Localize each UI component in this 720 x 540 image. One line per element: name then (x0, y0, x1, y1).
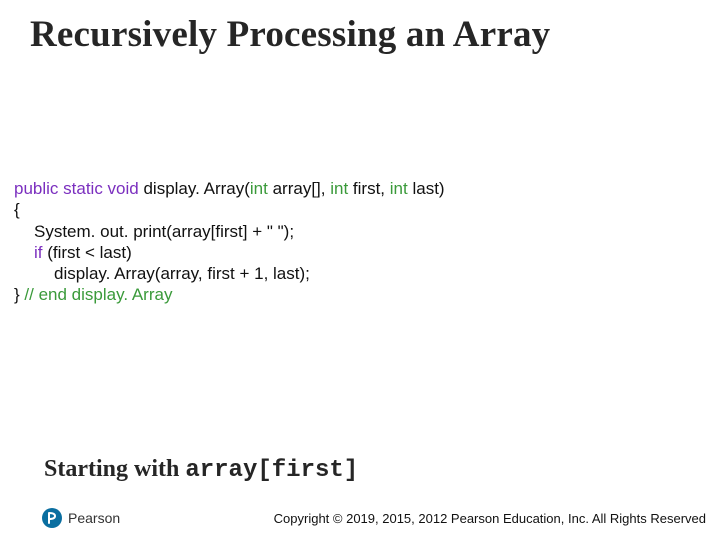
slide: Recursively Processing an Array public s… (0, 0, 720, 540)
code-text: display. Array( (139, 179, 250, 198)
code-line: System. out. print(array[first] + " "); (34, 222, 294, 241)
code-type: int (250, 179, 268, 198)
code-line: display. Array(array, first + 1, last); (54, 264, 310, 283)
code-keyword: public static void (14, 179, 139, 198)
code-keyword: if (34, 243, 43, 262)
code-listing: public static void display. Array(int ar… (14, 178, 700, 306)
code-brace: } (14, 285, 24, 304)
subtitle-prefix: Starting with (44, 456, 185, 482)
code-text: last) (408, 179, 445, 198)
code-text: array[], (268, 179, 330, 198)
code-text: (first < last) (43, 243, 132, 262)
code-text: first, (348, 179, 390, 198)
code-type: int (330, 179, 348, 198)
code-comment: // end display. Array (24, 285, 172, 304)
copyright-text: Copyright © 2019, 2015, 2012 Pearson Edu… (14, 511, 706, 526)
slide-title: Recursively Processing an Array (30, 14, 700, 57)
code-type: int (390, 179, 408, 198)
slide-subtitle: Starting with array[first] (44, 456, 358, 484)
code-brace: { (14, 200, 20, 219)
subtitle-code: array[first] (185, 457, 358, 484)
